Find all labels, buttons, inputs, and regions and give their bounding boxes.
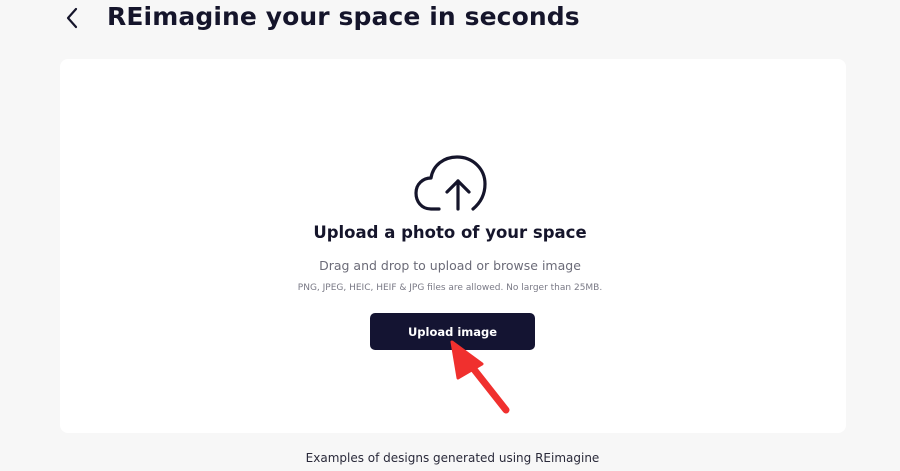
page-title: REimagine your space in seconds	[107, 2, 580, 31]
cloud-upload-icon	[414, 155, 487, 211]
page-header: REimagine your space in seconds	[0, 0, 900, 40]
back-button[interactable]	[58, 4, 86, 32]
red-arrow-pointer-icon	[450, 340, 510, 414]
upload-instructions: Drag and drop to upload or browse image	[319, 258, 581, 273]
upload-heading: Upload a photo of your space	[313, 223, 587, 242]
examples-caption: Examples of designs generated using REim…	[305, 451, 600, 465]
chevron-left-icon	[66, 7, 78, 29]
file-requirements: PNG, JPEG, HEIC, HEIF & JPG files are al…	[297, 283, 603, 293]
